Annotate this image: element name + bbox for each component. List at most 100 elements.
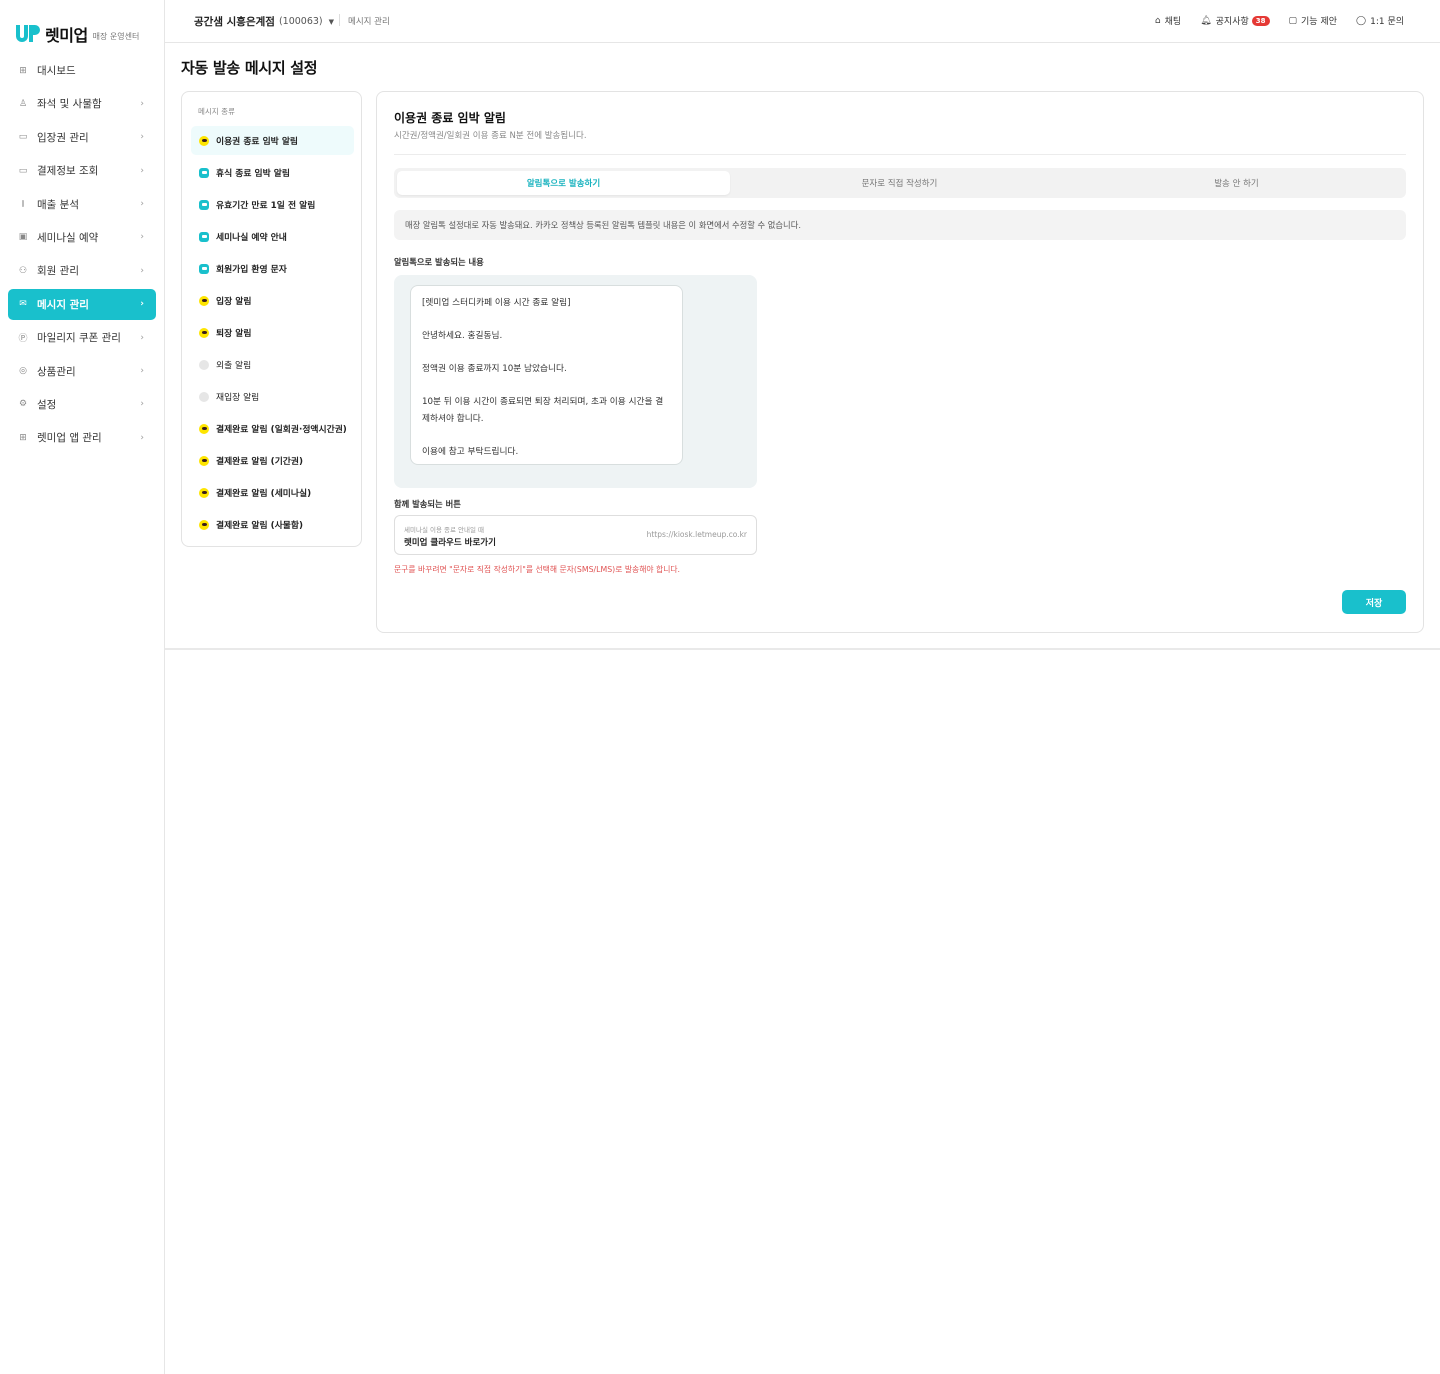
mail-icon: ✉ [19,299,27,310]
product-icon: ◎ [19,366,27,377]
dashboard-icon: ⊞ [19,65,27,76]
inquiry-icon: ◯ [1356,15,1367,26]
message-type-item[interactable]: 세미나실 예약 안내 [191,222,354,251]
message-type-label: 결제완료 알림 (세미나실) [216,489,312,499]
message-type-item[interactable]: 퇴장 알림 [191,318,354,347]
header-link-label: 1:1 문의 [1370,17,1404,27]
message-type-label: 퇴장 알림 [216,329,252,339]
chevron-right-icon: › [140,132,144,143]
button-caption: 세미나실 이용 종료 안내일 때 [404,526,485,534]
message-type-item[interactable]: 결제완료 알림 (일회권·정액시간권) [191,414,354,443]
tab-alimtalk[interactable]: 알림톡으로 발송하기 [397,171,730,195]
sms-icon [199,167,209,178]
header-link[interactable]: 🔔︎ 공지사항 38 [1200,14,1270,27]
message-type-item[interactable]: 재입장 알림 [191,382,354,411]
logo-mark-icon [16,25,40,43]
sidebar-item[interactable]: ⚙ 설정 › [8,389,156,420]
sidebar: 렛미업 매장 운영센터 ⊞ 대시보드 ♙ 좌석 및 사물함 › ▭ 입장권 관리 › ▭ 결제정보… [0,0,165,1374]
chart-icon: ⫾ [21,199,25,210]
chevron-right-icon: › [140,199,144,210]
kakao-icon [199,519,209,530]
tab-sms-write[interactable]: 문자로 직접 작성하기 [733,171,1066,195]
kakao-icon [199,423,209,434]
message-type-item[interactable]: 결제완료 알림 (사물함) [191,510,354,539]
detail-title: 이용권 종료 임박 알림 [394,111,506,125]
message-type-label: 유효기간 만료 1일 전 알림 [216,201,316,211]
notice-count-badge: 38 [1251,15,1270,26]
sidebar-item[interactable]: ▭ 입장권 관리 › [8,122,156,153]
header-link-label: 공지사항 [1215,17,1249,27]
sidebar-item-label: 매출 분석 [37,198,79,211]
header-links: ⌂ 채팅 🔔︎ 공지사항 38 ▢ 기능 제안 ◯ 1:1 문의 [1136,14,1404,27]
message-type-item[interactable]: 결제완료 알림 (세미나실) [191,478,354,507]
mileage-icon: Ⓟ [18,334,28,345]
top-header: 공간샘 시흥은계점 (100063) ▼ 메시지 관리 ⌂ 채팅 🔔︎ 공지사항 38 ▢… [165,0,1440,43]
chevron-right-icon: › [140,98,144,109]
kakao-icon [199,295,209,306]
message-type-label: 결제완료 알림 (사물함) [216,521,304,531]
message-type-item[interactable]: 이용권 종료 임박 알림 [191,126,354,155]
page-title: 자동 발송 메시지 설정 [181,59,318,77]
send-method-tabs: 알림톡으로 발송하기 문자로 직접 작성하기 발송 안 하기 [394,168,1406,198]
content-bottom-border [165,648,1440,650]
message-type-list: 메시지 종류 이용권 종료 임박 알림 휴식 종료 임박 알림 유효기간 만료 1일… [181,91,362,547]
message-type-item[interactable]: 회원가입 환영 문자 [191,254,354,283]
store-name: 공간샘 시흥은계점 [194,16,275,28]
sidebar-item[interactable]: ▭ 결제정보 조회 › [8,155,156,186]
breadcrumb: 메시지 관리 [348,17,390,27]
kakao-icon [199,455,209,466]
button-section-label: 함께 발송되는 버튼 [394,499,461,509]
app-icon: ⊞ [19,432,27,443]
sidebar-item[interactable]: Ⓟ 마일리지 쿠폰 관리 › [8,322,156,353]
kakao-icon [199,487,209,498]
header-link[interactable]: ⌂ 채팅 [1154,14,1182,28]
sidebar-item-label: 설정 [37,398,57,411]
message-type-label: 회원가입 환영 문자 [216,265,287,275]
sms-icon [199,199,209,210]
content-label: 알림톡으로 발송되는 내용 [394,257,484,267]
message-type-item[interactable]: 입장 알림 [191,286,354,315]
message-type-item[interactable]: 결제완료 알림 (기간권) [191,446,354,475]
calendar-icon: ▣ [18,232,28,243]
sidebar-item-label: 세미나실 예약 [37,231,99,244]
sidebar-item[interactable]: ◎ 상품관리 › [8,356,156,387]
sidebar-nav: ⊞ 대시보드 ♙ 좌석 및 사물함 › ▭ 입장권 관리 › ▭ 결제정보 조회 › ⫾ 매출 분석 › ▣… [8,55,156,456]
chevron-right-icon: › [140,366,144,377]
chevron-right-icon: › [140,432,144,443]
header-link[interactable]: ◯ 1:1 문의 [1356,14,1404,28]
info-notice: 매장 알림톡 설정대로 자동 발송돼요. 카카오 정책상 등록된 알림톡 템플릿… [394,210,1406,240]
sidebar-item-label: 회원 관리 [37,265,79,278]
sidebar-item[interactable]: ⫾ 매출 분석 › [8,189,156,220]
card-icon: ▭ [18,165,28,176]
message-type-label: 휴식 종료 임박 알림 [216,169,290,179]
sidebar-item-label: 마일리지 쿠폰 관리 [37,332,121,345]
sidebar-item[interactable]: ⊞ 대시보드 [8,55,156,86]
logo[interactable]: 렛미업 매장 운영센터 [16,22,139,46]
header-link[interactable]: ▢ 기능 제안 [1289,14,1338,28]
chevron-right-icon: › [140,232,144,243]
message-type-item[interactable]: 외출 알림 [191,350,354,379]
sidebar-item-label: 메시지 관리 [37,298,89,311]
sidebar-item[interactable]: ⊞ 렛미업 앱 관리 › [8,422,156,453]
linked-button-box: 세미나실 이용 종료 안내일 때 렛미업 클라우드 바로가기 https://k… [394,515,757,555]
chat-icon: ⌂ [1154,15,1161,26]
disabled-dot-icon [199,359,209,370]
ticket-icon: ▭ [18,132,28,143]
sidebar-item[interactable]: ▣ 세미나실 예약 › [8,222,156,253]
button-name: 렛미업 클라우드 바로가기 [404,538,496,548]
store-selector[interactable]: 공간샘 시흥은계점 (100063) ▼ [194,14,334,29]
tab-no-send[interactable]: 발송 안 하기 [1070,171,1403,195]
chevron-right-icon: › [140,299,144,310]
header-link-label: 기능 제안 [1301,17,1338,27]
sidebar-item[interactable]: ⚇ 회원 관리 › [8,255,156,286]
sidebar-item[interactable]: ♙ 좌석 및 사물함 › [8,88,156,119]
save-button[interactable]: 저장 [1342,590,1406,614]
sidebar-item-label: 좌석 및 사물함 [37,98,102,111]
sidebar-item[interactable]: ✉ 메시지 관리 › [8,288,156,320]
message-type-item[interactable]: 유효기간 만료 1일 전 알림 [191,190,354,219]
message-type-item[interactable]: 휴식 종료 임박 알림 [191,158,354,187]
header-link-label: 채팅 [1164,17,1182,27]
sidebar-item-label: 렛미업 앱 관리 [37,432,102,445]
chevron-right-icon: › [140,265,144,276]
button-url: https://kiosk.letmeup.co.kr [646,530,747,539]
